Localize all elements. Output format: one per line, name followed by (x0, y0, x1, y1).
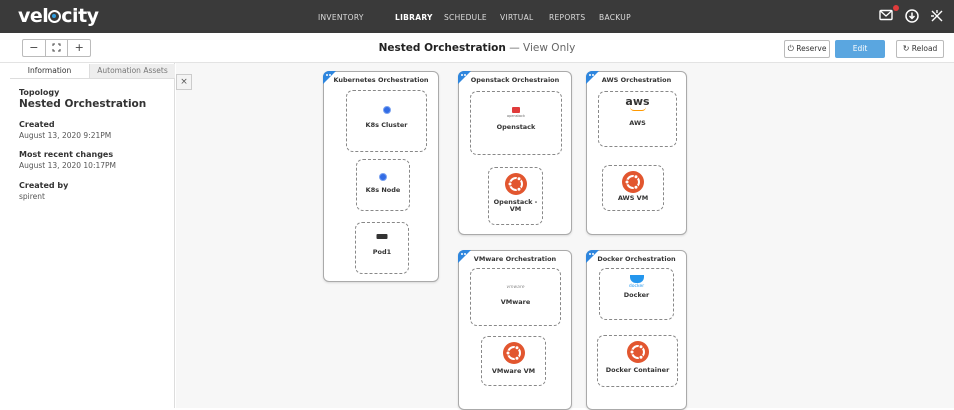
info-panel: Information Automation Assets Topology N… (10, 63, 175, 408)
panel-tabs: Information Automation Assets (10, 64, 175, 79)
topology-name: Nested Orchestration (19, 98, 147, 110)
container-title: Docker Orchestration (597, 255, 676, 263)
docker-icon (629, 275, 644, 283)
power-icon: ⏻ (787, 44, 794, 53)
top-navbar: vel city INVENTORY LIBRARY SCHEDULE VIRTU… (0, 0, 954, 33)
k8s-node-node[interactable]: K8s Node (356, 159, 410, 211)
mail-icon[interactable] (878, 9, 894, 23)
nav-inventory[interactable]: INVENTORY (318, 13, 364, 22)
openstack-node[interactable]: openstack Openstack (470, 91, 562, 155)
vmware-logo: vmware (506, 285, 525, 290)
velocity-logo[interactable]: vel city (18, 5, 99, 27)
node-label: VMware VM (491, 367, 536, 375)
node-label: Pod1 (372, 248, 392, 256)
node-label: VMware (500, 298, 531, 306)
aws-icon: aws (623, 96, 653, 111)
node-label: AWS (629, 119, 646, 127)
nav-backup[interactable]: BACKUP (599, 13, 631, 22)
created-by-value: spirent (19, 192, 45, 201)
download-icon[interactable] (904, 9, 920, 23)
nav-reports[interactable]: REPORTS (549, 13, 585, 22)
node-label-line2: VM (509, 205, 522, 213)
vmware-node[interactable]: vmware VMware (470, 268, 561, 326)
openstack-orchestration-container[interactable]: Openstack Orchestraion openstack Opensta… (458, 71, 572, 235)
edit-button[interactable]: Edit (835, 40, 885, 58)
aws-orchestration-container[interactable]: AWS Orchestration aws AWS AWS VM (586, 71, 687, 235)
openstack-vm-node[interactable]: Openstack - VM (488, 167, 543, 225)
pod-icon (376, 234, 388, 239)
container-title: Openstack Orchestraion (470, 76, 560, 84)
k8s-cluster-node[interactable]: K8s Cluster (346, 90, 427, 152)
topology-label: Topology (19, 88, 60, 97)
vmware-orchestration-container[interactable]: VMware Orchestration vmware VMware VMwar… (458, 250, 572, 410)
notification-badge (893, 5, 899, 11)
recent-changes-value: August 13, 2020 10:17PM (19, 161, 117, 170)
openstack-icon (512, 107, 520, 113)
node-label: Openstack (496, 123, 536, 131)
docker-node[interactable]: docker Docker (599, 268, 674, 320)
node-label: Docker Container (605, 366, 670, 374)
logo-o-icon (48, 10, 62, 23)
openstack-logo-text: openstack (506, 114, 526, 118)
nav-library[interactable]: LIBRARY (395, 13, 433, 22)
created-by-label: Created by (19, 181, 69, 190)
docker-orchestration-container[interactable]: Docker Orchestration docker Docker Docke… (586, 250, 687, 410)
settings-icon[interactable] (929, 9, 945, 23)
node-label: AWS VM (617, 194, 649, 202)
kubernetes-orchestration-container[interactable]: Kubernetes Orchestration K8s Cluster K8s… (323, 71, 439, 282)
ubuntu-icon (502, 342, 525, 364)
kubernetes-icon (379, 173, 387, 181)
kubernetes-icon (382, 106, 391, 114)
ubuntu-icon (504, 173, 527, 195)
refresh-icon: ↻ (902, 44, 910, 53)
vmware-vm-node[interactable]: VMware VM (481, 336, 546, 386)
created-value: August 13, 2020 9:21PM (19, 131, 112, 140)
node-label: K8s Node (365, 186, 401, 194)
created-label: Created (19, 120, 55, 129)
ubuntu-icon (622, 171, 644, 193)
node-label: K8s Cluster (365, 121, 408, 129)
nav-virtual[interactable]: VIRTUAL (500, 13, 534, 22)
aws-vm-node[interactable]: AWS VM (602, 165, 664, 211)
recent-changes-label: Most recent changes (19, 150, 114, 159)
tab-information[interactable]: Information (10, 64, 90, 78)
tab-automation-assets[interactable]: Automation Assets (90, 64, 175, 78)
ubuntu-icon (626, 341, 649, 363)
reserve-button[interactable]: ⏻ Reserve (784, 40, 830, 58)
close-panel-button[interactable]: × (176, 74, 192, 90)
topology-toolbar: − + Nested Orchestration — View Only ⏻ R… (0, 33, 954, 63)
pod1-node[interactable]: Pod1 (355, 222, 409, 274)
aws-node[interactable]: aws AWS (598, 91, 677, 147)
reload-button[interactable]: ↻ Reload (896, 40, 944, 58)
container-title: VMware Orchestration (473, 255, 557, 263)
container-title: Kubernetes Orchestration (333, 76, 429, 84)
nav-schedule[interactable]: SCHEDULE (444, 13, 487, 22)
docker-logo-text: docker (628, 284, 645, 289)
node-label: Docker (623, 291, 650, 299)
docker-container-node[interactable]: Docker Container (597, 335, 678, 387)
container-title: AWS Orchestration (601, 76, 672, 84)
